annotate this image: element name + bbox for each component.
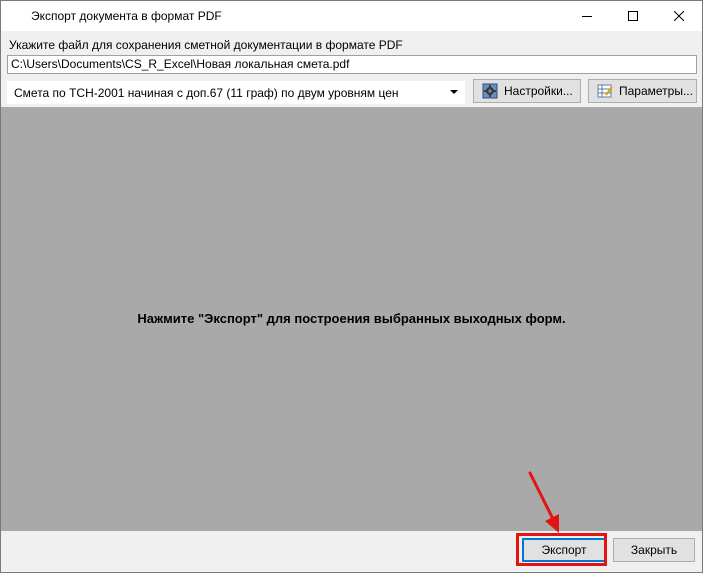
close-button-label: Закрыть (630, 543, 678, 557)
parameters-button-label: Параметры... (619, 84, 693, 98)
maximize-button[interactable] (610, 1, 656, 31)
file-path-label: Укажите файл для сохранения сметной доку… (9, 38, 403, 52)
close-button[interactable]: Закрыть (613, 538, 695, 562)
export-pdf-dialog: Экспорт документа в формат PDF Укажите ф… (0, 0, 703, 573)
close-icon (674, 11, 684, 21)
parameters-button[interactable]: Параметры... (588, 79, 697, 103)
preview-area: Нажмите "Экспорт" для построения выбранн… (1, 107, 702, 531)
output-form-select[interactable]: Смета по ТСН-2001 начиная с доп.67 (11 г… (7, 81, 465, 104)
window-title: Экспорт документа в формат PDF (31, 9, 222, 23)
annotation-arrow-icon (528, 471, 559, 533)
title-bar[interactable]: Экспорт документа в формат PDF (1, 1, 702, 31)
settings-button-label: Настройки... (504, 84, 573, 98)
settings-gear-icon (482, 83, 498, 99)
file-path-input[interactable] (7, 55, 697, 74)
export-button[interactable]: Экспорт (522, 538, 606, 562)
minimize-icon (582, 16, 592, 17)
preview-message: Нажмите "Экспорт" для построения выбранн… (137, 311, 566, 326)
dropdown-arrow-icon (450, 90, 458, 94)
parameters-table-icon (597, 84, 613, 98)
close-window-button[interactable] (656, 1, 702, 31)
settings-button[interactable]: Настройки... (473, 79, 581, 103)
minimize-button[interactable] (564, 1, 610, 31)
output-form-value: Смета по ТСН-2001 начиная с доп.67 (11 г… (14, 86, 399, 100)
export-button-label: Экспорт (541, 543, 587, 557)
maximize-icon (628, 11, 638, 21)
